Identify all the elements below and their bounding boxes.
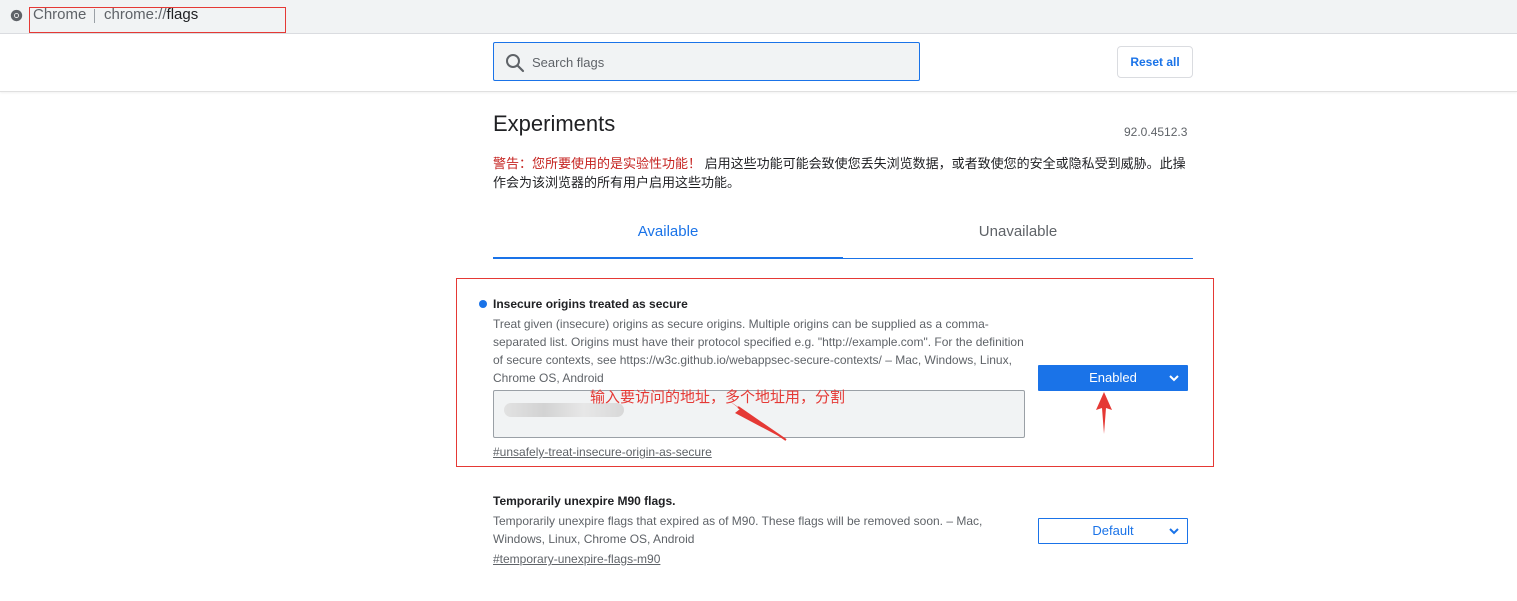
arrow-to-select	[1096, 392, 1112, 434]
select-value: Default	[1092, 523, 1134, 538]
flag-name: Temporarily unexpire M90 flags.	[493, 494, 676, 508]
flag-state-select[interactable]: Default	[1038, 518, 1188, 544]
flag-description: Temporarily unexpire flags that expired …	[493, 514, 983, 546]
flag-link[interactable]: #temporary-unexpire-flags-m90	[493, 551, 1193, 567]
annotation-note: 输入要访问的地址，多个地址用，分割	[590, 389, 846, 406]
chevron-down-icon	[1169, 528, 1179, 535]
